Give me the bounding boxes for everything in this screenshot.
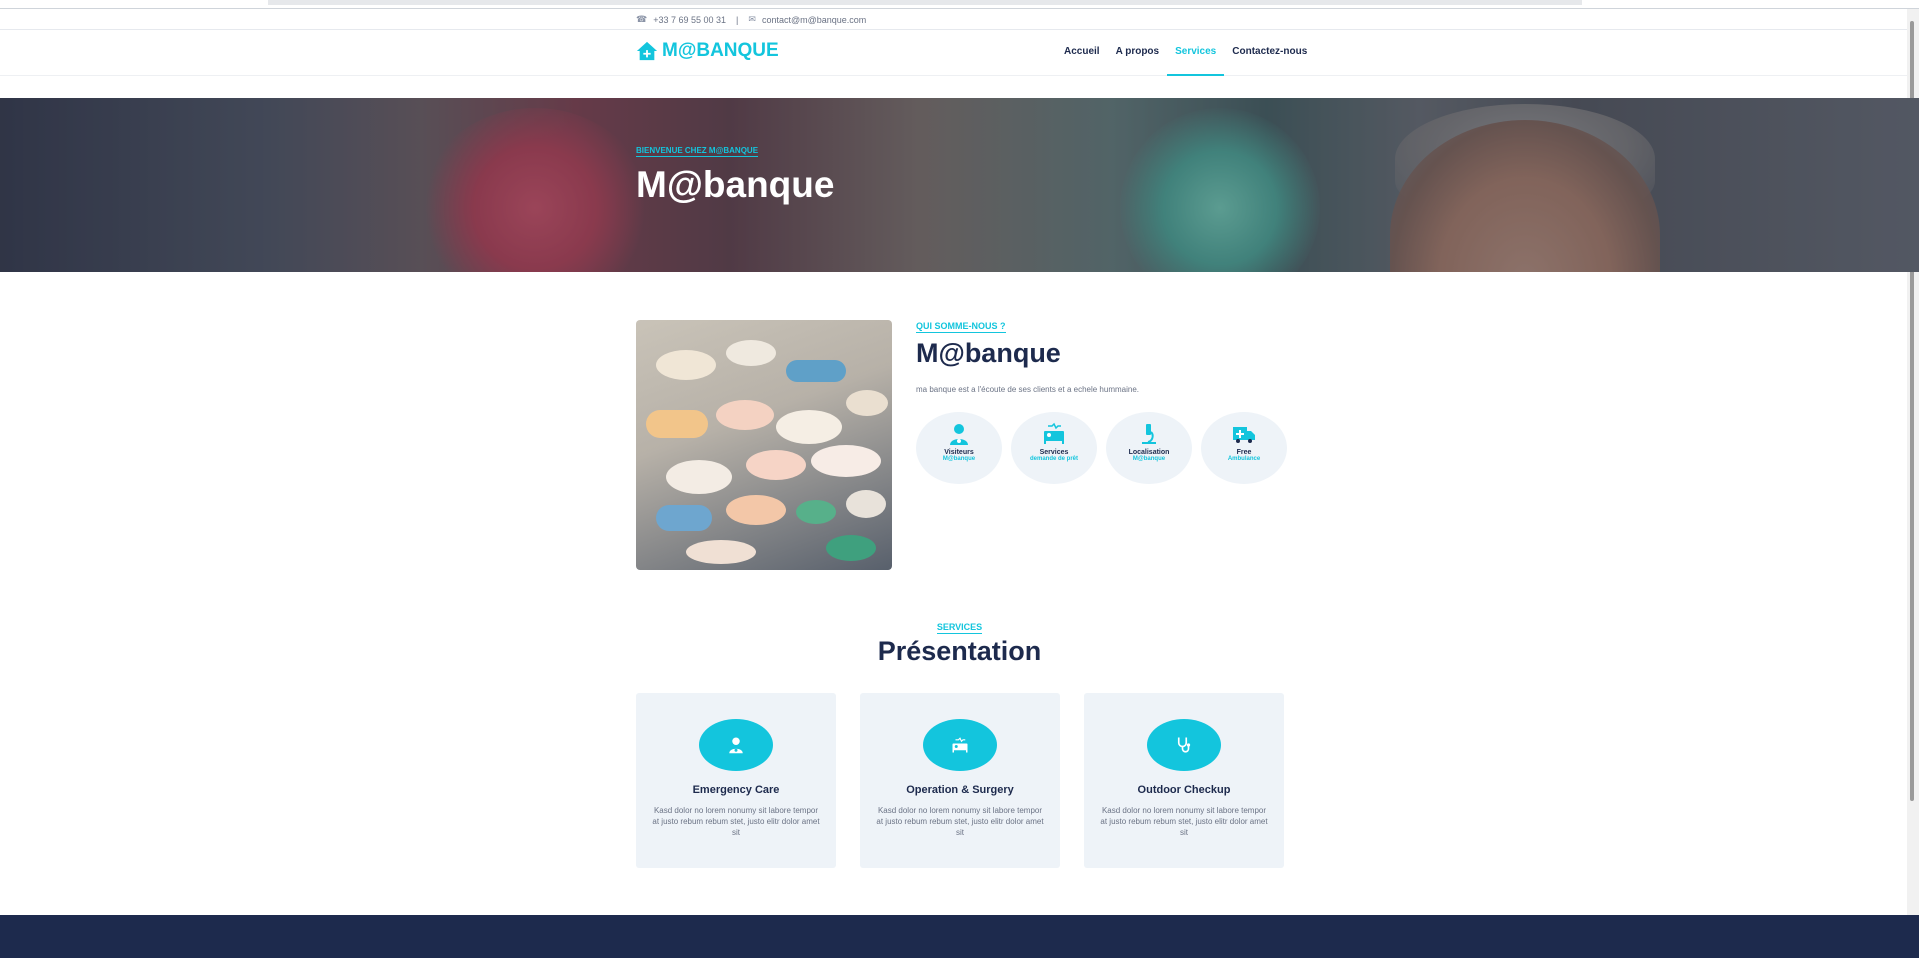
service-icon-circle <box>699 719 773 771</box>
house-icon <box>636 41 658 61</box>
about-features: Visiteurs M@banque Services demande de p… <box>916 412 1287 484</box>
procedures-icon <box>952 737 968 753</box>
hero-banner: Bienvenue chez M@banque M@banque <box>0 98 1919 272</box>
hero-eyebrow: Bienvenue chez M@banque <box>636 146 759 157</box>
topbar-phone[interactable]: +33 7 69 55 00 31 <box>653 15 726 25</box>
service-cards: Emergency Care Kasd dolor no lorem nonum… <box>636 693 1284 868</box>
services-eyebrow-wrap: Services <box>0 617 1919 635</box>
topbar-contact: ☎ +33 7 69 55 00 31 | ✉ contact@m@banque… <box>636 14 866 25</box>
about-text: ma banque est a l'écoute de ses clients … <box>916 385 1139 394</box>
service-icon-circle <box>1147 719 1221 771</box>
nav-link-contactez-nous[interactable]: Contactez-nous <box>1224 30 1315 76</box>
user-doctor-icon <box>950 424 968 445</box>
service-icon-circle <box>923 719 997 771</box>
service-card-text: Kasd dolor no lorem nonumy sit labore te… <box>1100 806 1268 837</box>
feature-subtitle: demande de prêt <box>1029 456 1078 462</box>
feature-ambulance: Free Ambulance <box>1201 412 1287 484</box>
bed-icon <box>1044 422 1064 444</box>
service-card-checkup[interactable]: Outdoor Checkup Kasd dolor no lorem nonu… <box>1084 693 1284 868</box>
browser-tab-bar <box>268 0 1582 5</box>
topbar-separator: | <box>736 14 739 25</box>
feature-services: Services demande de prêt <box>1011 412 1097 484</box>
about-image-pills <box>636 320 892 570</box>
ambulance-icon <box>1233 427 1255 443</box>
services-eyebrow: Services <box>936 622 983 634</box>
brand-logo[interactable]: M@BANQUE <box>636 40 779 62</box>
envelope-icon: ✉ <box>748 14 756 24</box>
feature-title: Localisation <box>1128 449 1170 456</box>
feature-visiteurs: Visiteurs M@banque <box>916 412 1002 484</box>
services-title: Présentation <box>877 636 1042 666</box>
nav-link-services[interactable]: Services <box>1167 30 1225 76</box>
hero-title: M@banque <box>636 164 835 205</box>
navbar: M@BANQUE Accueil A propos Services Conta… <box>0 30 1907 76</box>
service-card-surgery[interactable]: Operation & Surgery Kasd dolor no lorem … <box>860 693 1060 868</box>
about-eyebrow: Qui somme-nous ? <box>916 321 1006 333</box>
stethoscope-icon <box>1177 737 1191 753</box>
feature-title: Free <box>1236 449 1252 456</box>
service-card-title: Outdoor Checkup <box>1137 784 1231 796</box>
about-title: M@banque <box>916 338 1061 368</box>
user-doctor-icon <box>729 737 743 754</box>
browser-top-strip <box>0 0 1919 9</box>
feature-title: Visiteurs <box>944 449 974 456</box>
feature-subtitle: Ambulance <box>1227 456 1261 462</box>
nav-link-a-propos[interactable]: A propos <box>1108 30 1168 76</box>
nav-link-accueil[interactable]: Accueil <box>1056 30 1108 76</box>
microscope-icon <box>1142 424 1156 444</box>
main-nav: Accueil A propos Services Contactez-nous <box>1056 30 1315 76</box>
feature-localisation: Localisation M@banque <box>1106 412 1192 484</box>
service-card-title: Operation & Surgery <box>906 784 1014 796</box>
phone-icon: ☎ <box>636 14 648 24</box>
feature-title: Services <box>1039 449 1069 456</box>
feature-subtitle: M@banque <box>1132 456 1166 462</box>
brand-name: M@BANQUE <box>662 40 779 61</box>
service-card-text: Kasd dolor no lorem nonumy sit labore te… <box>876 806 1044 837</box>
topbar-email[interactable]: contact@m@banque.com <box>762 15 866 25</box>
hero-overlay <box>0 98 1919 272</box>
service-card-title: Emergency Care <box>692 784 780 796</box>
service-card-emergency[interactable]: Emergency Care Kasd dolor no lorem nonum… <box>636 693 836 868</box>
footer <box>0 915 1919 958</box>
topbar: ☎ +33 7 69 55 00 31 | ✉ contact@m@banque… <box>0 10 1907 30</box>
feature-subtitle: M@banque <box>942 456 976 462</box>
service-card-text: Kasd dolor no lorem nonumy sit labore te… <box>652 806 820 837</box>
